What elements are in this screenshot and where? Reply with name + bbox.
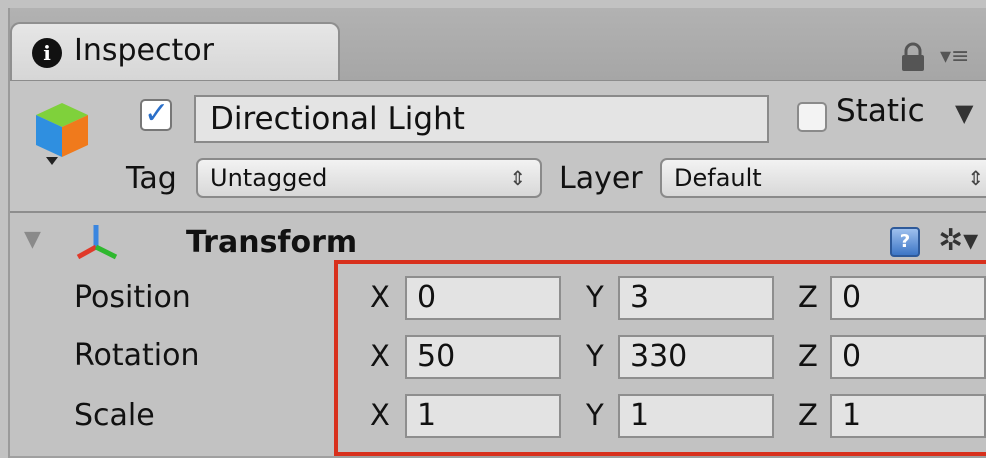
static-checkbox[interactable] xyxy=(797,102,827,132)
highlight-box xyxy=(334,260,986,456)
tag-dropdown[interactable]: Untagged ⇕ xyxy=(196,158,542,198)
lock-icon[interactable] xyxy=(900,42,926,72)
updown-arrow-icon: ⇕ xyxy=(967,166,984,190)
rotation-label: Rotation xyxy=(74,338,200,373)
position-label: Position xyxy=(74,280,191,315)
gameobject-name-field[interactable]: Directional Light xyxy=(194,95,769,143)
static-label: Static xyxy=(836,93,925,129)
layer-value: Default xyxy=(674,164,762,192)
tab-label: Inspector xyxy=(74,33,214,68)
info-icon: i xyxy=(32,38,62,68)
tab-strip: i Inspector ▾≡ xyxy=(10,8,986,81)
gameobject-cube-icon xyxy=(36,103,88,165)
layer-label: Layer xyxy=(559,161,643,196)
help-icon[interactable]: ? xyxy=(890,227,920,257)
static-dropdown-icon[interactable]: ▼ xyxy=(955,99,973,127)
tab-menu-icon[interactable]: ▾≡ xyxy=(940,44,986,70)
gear-icon[interactable]: ✲▾ xyxy=(938,223,978,258)
layer-dropdown[interactable]: Default ⇕ xyxy=(660,158,986,198)
checkmark-icon: ✓ xyxy=(144,96,170,131)
scale-label: Scale xyxy=(74,398,155,433)
transform-axes-icon xyxy=(76,225,118,260)
tag-value: Untagged xyxy=(210,164,328,192)
active-checkbox[interactable]: ✓ xyxy=(140,96,172,131)
component-title: Transform xyxy=(186,225,358,260)
tag-label: Tag xyxy=(126,161,177,196)
tab-inspector[interactable]: i Inspector xyxy=(10,22,340,80)
gameobject-header: ✓ Directional Light Static ▼ Tag Untagge… xyxy=(10,81,986,213)
foldout-arrow-icon[interactable]: ▼ xyxy=(24,227,41,252)
updown-arrow-icon: ⇕ xyxy=(509,166,526,190)
